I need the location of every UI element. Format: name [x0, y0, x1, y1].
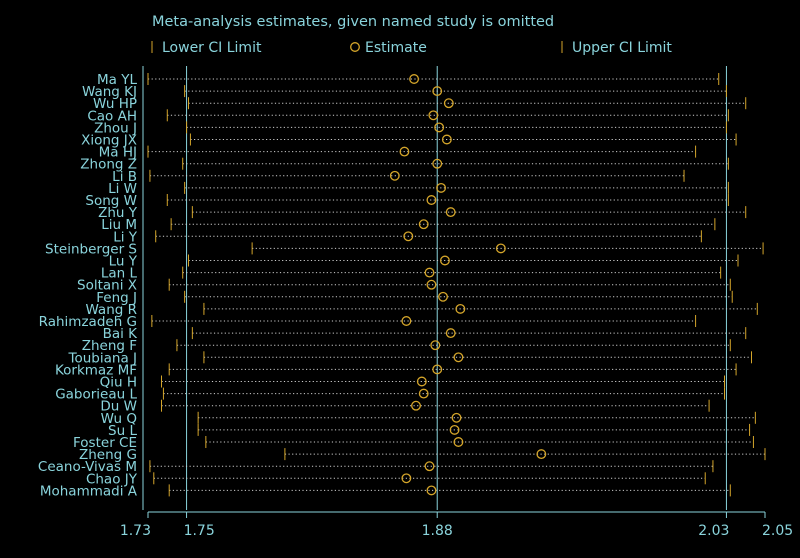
legend-upper-ci-label: Upper CI Limit [572, 40, 672, 56]
x-tick-label: 1.88 [422, 523, 453, 539]
x-tick-label: 1.75 [184, 523, 215, 539]
x-tick-label: 2.05 [762, 523, 793, 539]
legend: Lower CI Limit Estimate Upper CI Limit [151, 40, 672, 56]
forest-plot: Meta-analysis estimates, given named stu… [0, 0, 800, 558]
x-tick-label: 1.73 [120, 523, 151, 539]
x-tick-label: 2.03 [698, 523, 729, 539]
chart-title: Meta-analysis estimates, given named stu… [152, 14, 554, 30]
legend-lower-ci-label: Lower CI Limit [162, 40, 262, 56]
study-label: Mohammadi A [40, 483, 138, 499]
legend-estimate-label: Estimate [365, 40, 427, 56]
